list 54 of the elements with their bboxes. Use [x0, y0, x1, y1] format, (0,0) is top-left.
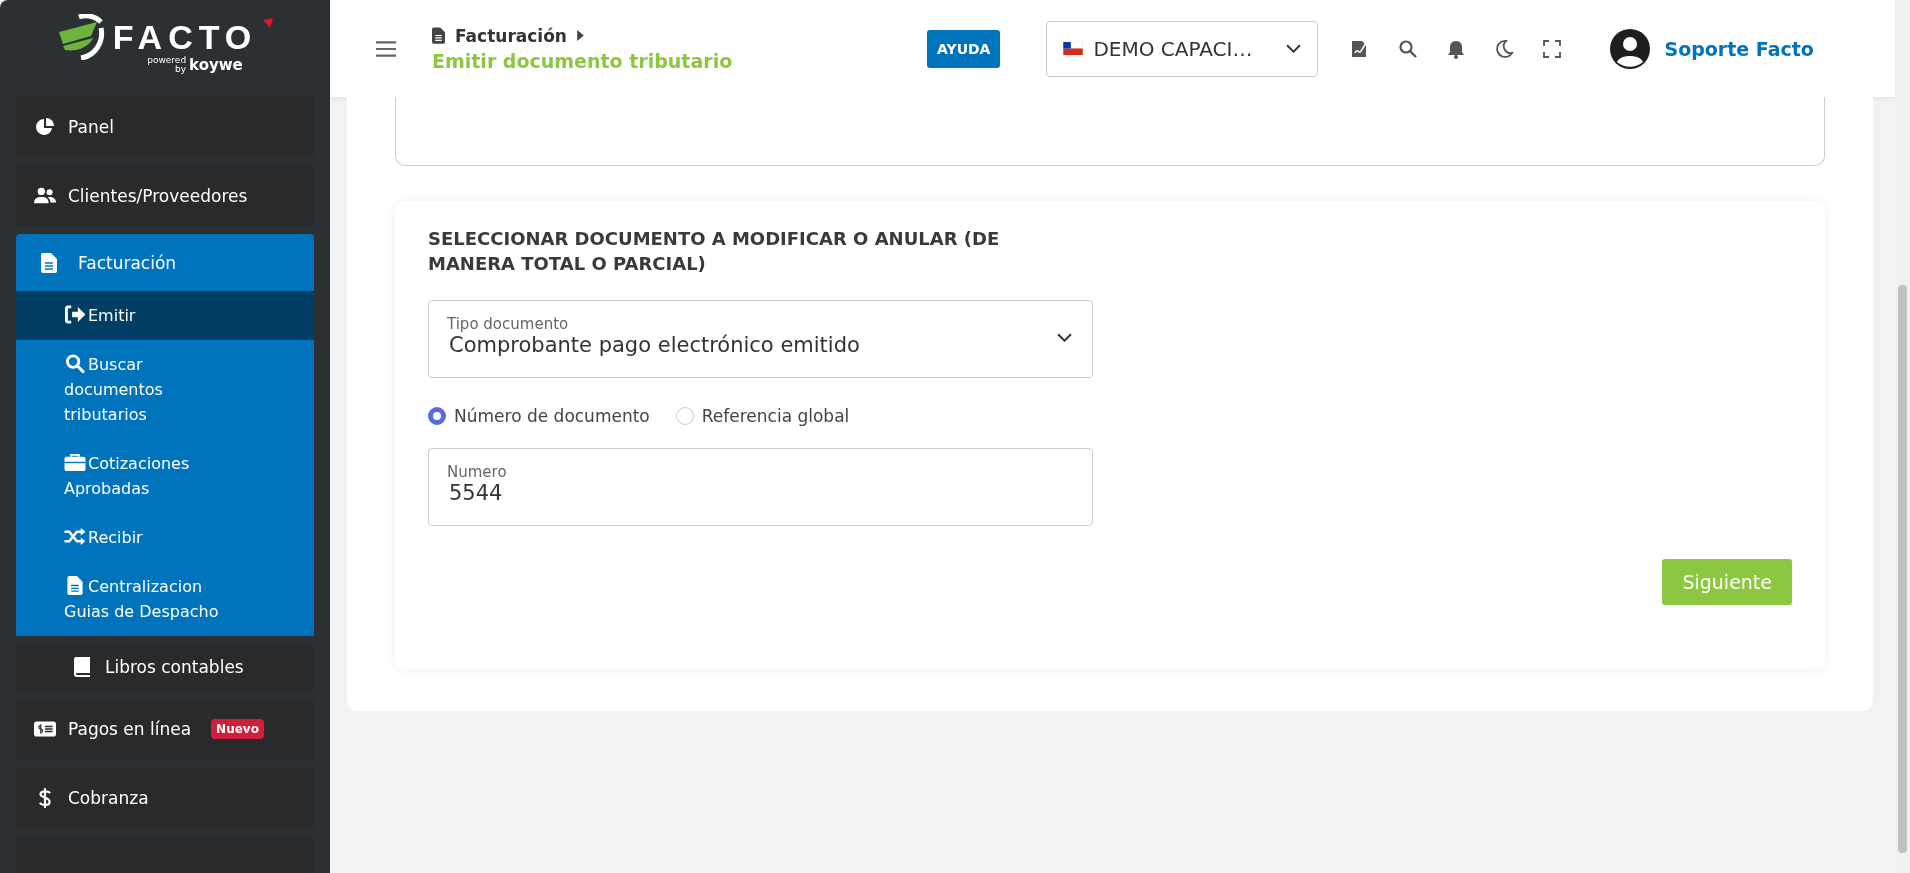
document-icon [64, 576, 86, 596]
submenu-item[interactable]: Centralizacion Guias de Despacho [16, 562, 314, 637]
document-icon [38, 252, 60, 273]
briefcase-icon [64, 453, 86, 473]
submenu-item[interactable]: Buscar documentos tributarios [16, 340, 314, 440]
moon-icon[interactable] [1494, 38, 1515, 59]
sidebar-group-header[interactable]: Facturación [16, 234, 314, 292]
number-input-field[interactable]: Numero 5544 [428, 448, 1093, 526]
sidebar-item[interactable]: Clientes/Proveedores [16, 165, 314, 227]
sidebar-item-label: Cobranza [68, 788, 149, 809]
new-badge: Nuevo [211, 719, 264, 740]
sidebar-item[interactable]: Panel [16, 96, 314, 158]
globe-swoosh-icon [56, 14, 107, 61]
caret-right-icon [576, 30, 584, 41]
money-card-icon [34, 719, 56, 740]
avatar-icon[interactable] [1610, 28, 1651, 69]
radio-button[interactable] [428, 407, 446, 425]
sidebar-item[interactable]: Libros contables [16, 644, 314, 691]
sidebar-item[interactable]: Cobranza [16, 767, 314, 829]
triangle-accent-icon [263, 18, 274, 29]
document-icon [432, 27, 445, 44]
menu-icon[interactable] [376, 40, 396, 57]
search-icon[interactable] [1398, 38, 1419, 59]
chevron-down-icon [1057, 333, 1072, 342]
section-title: SELECCIONAR DOCUMENTO A MODIFICAR O ANULAR (DE MANERA TOTAL O PARCIAL) [428, 227, 1001, 276]
submenu-item[interactable]: Recibir [16, 513, 314, 563]
users-icon [34, 185, 56, 206]
powered-label: powered by [147, 56, 187, 75]
chevron-down-icon [1286, 44, 1302, 53]
help-button[interactable]: AYUDA [927, 29, 1001, 68]
sidebar-item[interactable]: Pagos en línea Nuevo [16, 698, 314, 760]
shuffle-icon [64, 527, 86, 547]
search-icon [64, 354, 86, 374]
sidebar-item-label: Libros contables [105, 657, 244, 678]
partner-name: koywe [189, 56, 243, 75]
user-name[interactable]: Soporte Facto [1664, 37, 1814, 60]
brand-name: FACTO [112, 17, 258, 56]
company-select[interactable]: DEMO CAPACI… [1046, 20, 1319, 77]
fullscreen-icon[interactable] [1542, 38, 1563, 59]
sidebar-item-label: Panel [68, 116, 114, 137]
breadcrumb-link[interactable]: Facturación [455, 25, 567, 46]
pie-chart-icon [34, 116, 56, 137]
sidebar-item-label: Pagos en línea [68, 719, 192, 740]
bell-icon[interactable] [1446, 38, 1467, 59]
submenu-item[interactable]: Emitir [16, 291, 314, 341]
submenu-item[interactable]: Cotizaciones Aprobadas [16, 439, 314, 514]
page-title: Emitir documento tributario [432, 49, 734, 72]
sign-out-icon [64, 305, 86, 325]
flag-icon [1063, 42, 1084, 55]
number-input[interactable]: 5544 [449, 481, 1074, 505]
document-type-select[interactable]: Tipo documento Comprobante pago electrónico emitido [428, 300, 1093, 378]
sidebar-item-label: Clientes/Proveedores [68, 185, 248, 206]
sidebar-group-label: Facturación [78, 252, 177, 273]
book-icon [71, 657, 93, 678]
